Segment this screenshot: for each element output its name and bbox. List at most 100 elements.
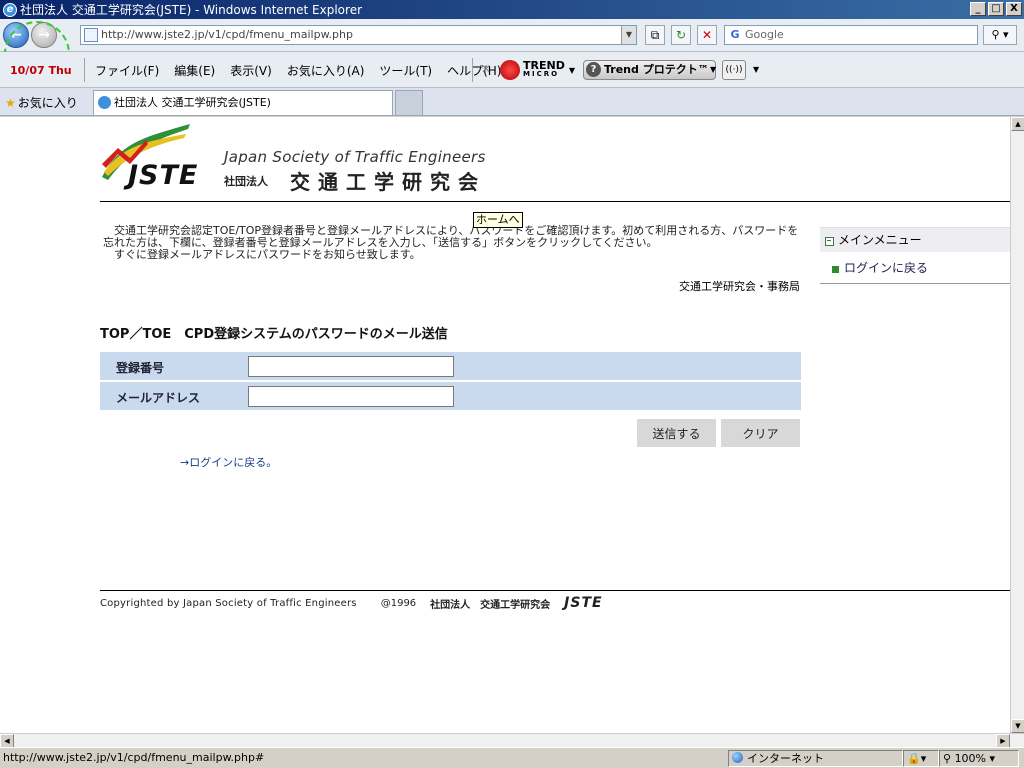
menu-bar: ファイル(F) 編集(E) 表示(V) お気に入り(A) ツール(T) ヘルプ(…	[95, 62, 516, 79]
home-tooltip: ホームへ	[473, 212, 523, 228]
search-placeholder: Google	[745, 28, 784, 41]
search-icon: ⚲ ▾	[991, 28, 1009, 41]
site-logo[interactable]: JSTE Japan Society of Traffic Engineers …	[100, 122, 500, 194]
side-menu-head: メインメニュー	[820, 227, 1010, 252]
menu-favorites[interactable]: お気に入り(A)	[287, 62, 365, 79]
lock-icon: 🔒▾	[907, 752, 927, 765]
form-title: TOP／TOE CPD登録システムのパスワードのメール送信	[100, 327, 448, 342]
menu-help[interactable]: ヘルプ(H)	[447, 62, 501, 79]
forward-arrow-icon: →	[38, 27, 50, 43]
zoom-icon: ⚲	[943, 752, 952, 765]
protected-mode[interactable]: 🔒▾	[903, 750, 939, 767]
tab-title: 社団法人 交通工学研究会(JSTE)	[114, 96, 271, 109]
menu-file[interactable]: ファイル(F)	[95, 62, 159, 79]
browser-tab[interactable]: 社団法人 交通工学研究会(JSTE)	[93, 90, 393, 115]
google-icon: G	[730, 28, 740, 41]
back-button[interactable]: ←	[3, 22, 29, 48]
address-field[interactable]: http://www.jste2.jp/v1/cpd/fmenu_mailpw.…	[80, 25, 637, 45]
question-icon: ?	[586, 62, 601, 77]
minimize-button[interactable]: _	[970, 2, 986, 16]
chevron-down-icon: ▾	[989, 752, 996, 765]
scroll-left-arrow-icon[interactable]: ◀	[0, 734, 14, 748]
side-menu-item-login[interactable]: ログインに戻る	[820, 252, 1010, 284]
forward-button[interactable]: →	[31, 22, 57, 48]
trend-sub: MICRO	[523, 70, 560, 78]
refresh-button[interactable]: ↻	[671, 25, 691, 45]
scroll-up-arrow-icon[interactable]: ▲	[1011, 117, 1024, 131]
clear-button[interactable]: クリア	[721, 419, 800, 447]
maximize-button[interactable]: □	[988, 2, 1004, 16]
page-icon	[84, 28, 98, 42]
toolbar-separator	[84, 58, 85, 82]
trend-protect-button[interactable]: ? Trend プロテクト™	[583, 60, 716, 80]
close-toolbar-icon[interactable]: ✕	[481, 62, 491, 76]
intro-line: すぐに登録メールアドレスにパスワードをお知らせ致します。	[103, 248, 421, 261]
page-viewport: JSTE Japan Society of Traffic Engineers …	[0, 117, 1010, 733]
zoom-level: 100%	[954, 752, 987, 765]
form-row-email: メールアドレス	[100, 382, 801, 412]
stop-button[interactable]: ✕	[697, 25, 717, 45]
globe-icon	[732, 752, 743, 763]
logo-english-name: Japan Society of Traffic Engineers	[224, 148, 486, 166]
favorites-bar: ★ お気に入り 社団法人 交通工学研究会(JSTE)	[0, 88, 1024, 116]
footer-copyright: Copyrighted by Japan Society of Traffic …	[100, 597, 357, 609]
logo-abbr: JSTE	[128, 160, 199, 191]
scroll-down-arrow-icon[interactable]: ▼	[1011, 719, 1024, 733]
menu-view[interactable]: 表示(V)	[230, 62, 272, 79]
trend-micro-toolbar[interactable]: TREND MICRO ▼	[500, 60, 575, 80]
submit-button[interactable]: 送信する	[637, 419, 716, 447]
address-toolbar: ← → http://www.jste2.jp/v1/cpd/fmenu_mai…	[0, 19, 1024, 87]
trend-label: TREND	[523, 59, 565, 72]
intro-text: 交通工学研究会認定TOE/TOP登録者番号と登録メールアドレスにより、パスワード…	[103, 225, 803, 261]
chevron-down-icon: ▼	[568, 65, 575, 75]
form-buttons: 送信する クリア	[637, 419, 800, 447]
new-tab-button[interactable]	[395, 90, 423, 115]
scroll-right-arrow-icon[interactable]: ▶	[996, 734, 1010, 748]
menu-tools[interactable]: ツール(T)	[379, 62, 432, 79]
header-divider	[100, 201, 1010, 202]
ie-icon: e	[3, 2, 17, 17]
search-button[interactable]: ⚲ ▾	[983, 25, 1017, 45]
compat-view-button[interactable]: ⧉	[645, 25, 665, 45]
side-menu: メインメニュー ログインに戻る	[820, 227, 1010, 284]
password-form: 登録番号 メールアドレス	[100, 352, 801, 412]
footer-divider	[100, 590, 1010, 591]
wireless-icon: ((·))	[725, 65, 743, 75]
stop-icon: ✕	[701, 28, 713, 42]
vertical-scrollbar[interactable]: ▲ ▼	[1010, 117, 1024, 733]
status-bar: http://www.jste2.jp/v1/cpd/fmenu_mailpw.…	[0, 747, 1024, 768]
address-text: http://www.jste2.jp/v1/cpd/fmenu_mailpw.…	[101, 28, 353, 41]
email-label: メールアドレス	[116, 391, 201, 405]
window-controls: _ □ X	[970, 2, 1022, 16]
menu-toolbar: 10/07 Thu ファイル(F) 編集(E) 表示(V) お気に入り(A) ツ…	[0, 52, 1024, 88]
email-input[interactable]	[248, 386, 454, 407]
star-icon: ★	[5, 96, 16, 110]
protect-label: Trend プロテクト™	[604, 63, 709, 76]
back-to-login-link[interactable]: →ログインに戻る。	[180, 454, 277, 470]
wireless-button[interactable]: ((·))	[722, 60, 746, 80]
trend-logo-icon	[500, 60, 520, 80]
window-title-bar: e 社団法人 交通工学研究会(JSTE) - Windows Internet …	[0, 0, 1024, 19]
favorites-button[interactable]: ★ お気に入り	[5, 94, 78, 111]
address-dropdown[interactable]: ▼	[621, 26, 636, 44]
back-arrow-icon: ←	[10, 27, 22, 43]
horizontal-scrollbar[interactable]: ◀ ▶	[0, 733, 1024, 748]
refresh-icon: ↻	[675, 28, 687, 42]
search-input[interactable]: G Google	[724, 25, 978, 45]
logo-japanese-name: 交通工学研究会	[290, 170, 486, 194]
form-row-registration: 登録番号	[100, 352, 801, 382]
close-button[interactable]: X	[1006, 2, 1022, 16]
menu-edit[interactable]: 編集(E)	[174, 62, 215, 79]
trend-brand: TREND MICRO	[523, 59, 565, 79]
page-footer: Copyrighted by Japan Society of Traffic …	[100, 595, 603, 611]
chevron-down-icon[interactable]: ▼	[710, 65, 716, 74]
status-url: http://www.jste2.jp/v1/cpd/fmenu_mailpw.…	[3, 751, 265, 764]
security-zone[interactable]: インターネット	[728, 750, 903, 767]
ie-icon	[98, 96, 111, 109]
registration-number-input[interactable]	[248, 356, 454, 377]
toolbar-separator	[472, 58, 473, 82]
date-badge: 10/07 Thu	[10, 64, 72, 77]
chevron-down-icon[interactable]: ▼	[753, 65, 759, 74]
footer-year: @1996	[380, 597, 417, 609]
zoom-control[interactable]: ⚲ 100% ▾	[939, 750, 1019, 767]
